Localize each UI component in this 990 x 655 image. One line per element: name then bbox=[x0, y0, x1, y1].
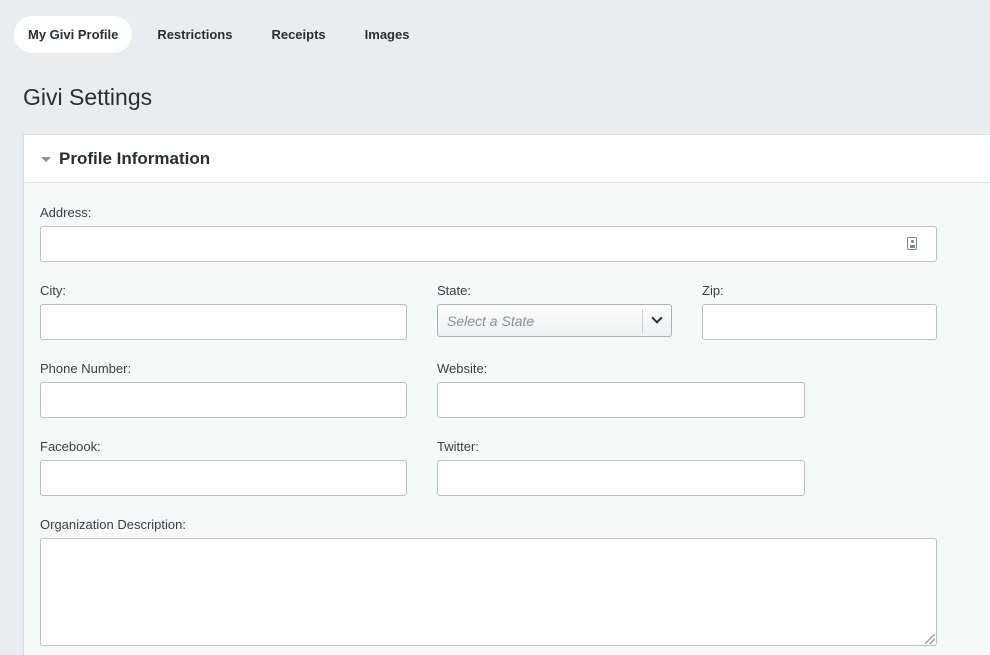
tab-my-givi-profile[interactable]: My Givi Profile bbox=[14, 16, 133, 53]
organization-description-textarea[interactable] bbox=[40, 538, 937, 646]
facebook-label: Facebook: bbox=[40, 439, 101, 454]
state-label: State: bbox=[437, 283, 471, 298]
caret-down-icon bbox=[41, 156, 51, 162]
twitter-input[interactable] bbox=[437, 460, 805, 496]
address-input[interactable] bbox=[40, 226, 937, 262]
twitter-label: Twitter: bbox=[437, 439, 479, 454]
city-label: City: bbox=[40, 283, 66, 298]
tab-restrictions[interactable]: Restrictions bbox=[143, 16, 246, 53]
profile-information-header[interactable]: Profile Information bbox=[24, 135, 990, 183]
facebook-input[interactable] bbox=[40, 460, 407, 496]
select-divider bbox=[642, 309, 643, 333]
website-label: Website: bbox=[437, 361, 488, 376]
chevron-down-icon bbox=[651, 312, 663, 324]
state-select[interactable]: Select a State bbox=[437, 304, 672, 337]
tab-bar: My Givi Profile Restrictions Receipts Im… bbox=[14, 16, 434, 53]
address-field-wrap bbox=[40, 226, 937, 262]
tab-images[interactable]: Images bbox=[351, 16, 424, 53]
contact-card-icon[interactable] bbox=[907, 237, 917, 250]
tab-receipts[interactable]: Receipts bbox=[257, 16, 339, 53]
panel-title: Profile Information bbox=[59, 148, 211, 168]
profile-information-panel: Profile Information Address: City: State… bbox=[23, 134, 990, 655]
phone-number-label: Phone Number: bbox=[40, 361, 132, 376]
organization-description-wrap bbox=[40, 538, 937, 646]
phone-number-input[interactable] bbox=[40, 382, 407, 418]
city-input[interactable] bbox=[40, 304, 407, 340]
resize-grip-icon[interactable] bbox=[925, 634, 935, 644]
page-title: Givi Settings bbox=[23, 84, 153, 110]
website-input[interactable] bbox=[437, 382, 805, 418]
state-select-placeholder: Select a State bbox=[447, 313, 535, 329]
address-label: Address: bbox=[40, 205, 92, 220]
zip-label: Zip: bbox=[702, 283, 724, 298]
zip-input[interactable] bbox=[702, 304, 937, 340]
organization-description-label: Organization Description: bbox=[40, 517, 186, 532]
